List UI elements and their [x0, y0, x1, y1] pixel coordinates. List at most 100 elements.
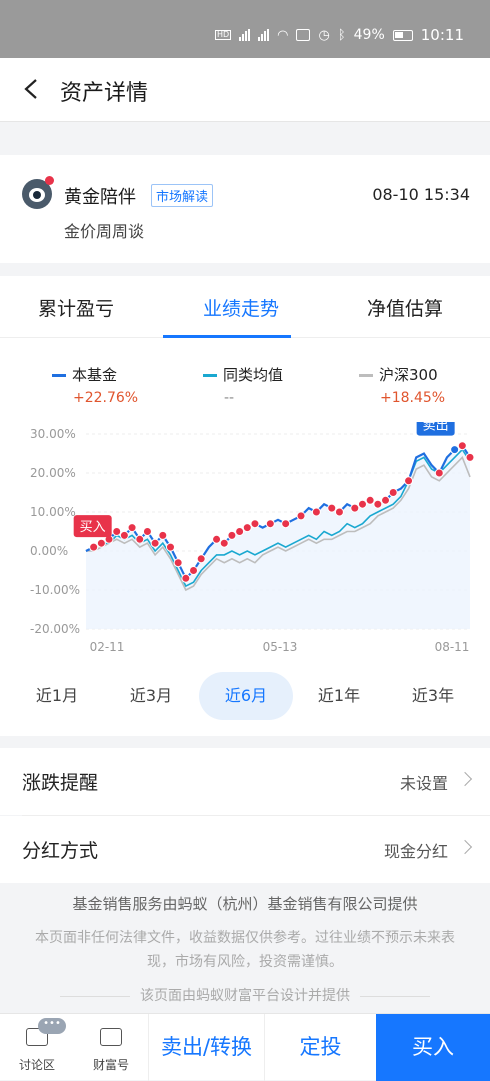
- legend-fund-value: +22.76%: [73, 390, 139, 406]
- buy-point: [119, 530, 129, 540]
- buy-point: [235, 527, 245, 536]
- discuss-badge: •••: [38, 1018, 66, 1034]
- robot-avatar-icon: [22, 176, 54, 209]
- buy-point: [250, 519, 260, 529]
- signal-icon-2: [258, 29, 270, 41]
- buy-point: [135, 534, 145, 544]
- fixed-invest-button[interactable]: 定投: [264, 1014, 376, 1081]
- y-tick-label: -20.00%: [30, 622, 80, 636]
- tab-underline: [163, 335, 291, 338]
- bluetooth-icon: ᛒ: [337, 27, 346, 43]
- discuss-button[interactable]: ••• 讨论区: [0, 1014, 74, 1081]
- buy-point: [158, 530, 168, 540]
- price-alert-value: 未设置: [399, 774, 448, 793]
- wealth-button[interactable]: 财富号: [74, 1014, 148, 1081]
- tab-performance[interactable]: 业绩走势: [203, 294, 279, 321]
- buy-point: [112, 527, 122, 536]
- sell-point: [450, 445, 460, 455]
- x-tick-label: 05-13: [263, 640, 298, 654]
- period-6m[interactable]: 近6月: [199, 672, 293, 720]
- buy-button[interactable]: 买入: [376, 1014, 490, 1081]
- period-3y[interactable]: 近3年: [394, 672, 472, 720]
- legend-fund: 本基金: [52, 364, 117, 385]
- buy-point: [281, 519, 291, 529]
- period-1m[interactable]: 近1月: [18, 672, 96, 720]
- buy-point: [365, 495, 375, 505]
- buy-point: [212, 534, 222, 544]
- buy-point: [434, 468, 444, 478]
- buy-point: [357, 499, 367, 509]
- tab-cumulative-pnl[interactable]: 累计盈亏: [38, 294, 114, 321]
- y-tick-label: 20.00%: [30, 466, 76, 480]
- news-tag: 市场解读: [151, 184, 214, 207]
- buy-point: [142, 527, 152, 536]
- buy-point: [334, 507, 344, 517]
- legend-index-value: +18.45%: [380, 390, 446, 406]
- signal-icon: [239, 29, 251, 41]
- y-tick-label: 30.00%: [30, 427, 76, 441]
- buy-point: [242, 523, 252, 533]
- period-1y[interactable]: 近1年: [300, 672, 378, 720]
- y-tick-label: 0.00%: [30, 544, 68, 558]
- sell-marker-label: 卖出: [423, 422, 449, 434]
- buy-point: [127, 523, 137, 533]
- buy-point: [96, 538, 106, 548]
- chart-card: 累计盈亏 业绩走势 净值估算 本基金 +22.76% 同类均值 -- 沪深300…: [0, 276, 490, 736]
- divider-line: [360, 995, 430, 997]
- legend-peer-swatch: [203, 374, 217, 377]
- tab-nav-estimate[interactable]: 净值估算: [367, 294, 443, 321]
- battery-percent: 49%: [353, 27, 385, 43]
- legend-index-label: 沪深300: [379, 366, 438, 384]
- news-subtitle: 金价周周谈: [64, 222, 145, 241]
- news-time: 08-10 15:34: [372, 185, 470, 204]
- price-alert-label: 涨跌提醒: [22, 772, 99, 794]
- buy-point: [404, 476, 414, 486]
- legend-fund-swatch: [52, 374, 66, 377]
- legend-peer: 同类均值: [203, 364, 283, 385]
- buy-point: [388, 488, 398, 497]
- sell-convert-button[interactable]: 卖出/转换: [148, 1014, 264, 1081]
- notification-dot: [45, 176, 54, 185]
- performance-chart[interactable]: 30.00% 20.00% 10.00% 0.00% -10.00% -20.00% 02-…: [0, 422, 490, 662]
- buy-point: [381, 495, 391, 505]
- store-icon: [100, 1028, 122, 1046]
- buy-point: [373, 499, 383, 509]
- bottom-action-bar: ••• 讨论区 财富号 卖出/转换 定投 买入: [0, 1013, 490, 1081]
- hd-icon: HD: [214, 30, 232, 40]
- x-tick-label: 08-11: [435, 640, 470, 654]
- news-card[interactable]: 黄金陪伴 市场解读 08-10 15:34 金价周周谈: [0, 155, 490, 263]
- news-name: 黄金陪伴: [64, 187, 136, 208]
- status-bar: HD ◠ ◷ ᛒ 49% 10:11: [0, 0, 490, 58]
- buy-point: [457, 441, 467, 451]
- wifi-icon: ◠: [277, 27, 289, 43]
- legend-index: 沪深300: [359, 364, 438, 385]
- row-dividend-method[interactable]: 分红方式 现金分红: [0, 816, 490, 883]
- period-selector: 近1月 近3月 近6月 近1年 近3年: [0, 672, 490, 722]
- chart-legend: 本基金 +22.76% 同类均值 -- 沪深300 +18.45%: [0, 364, 490, 424]
- buy-point: [296, 511, 306, 521]
- buy-point: [227, 530, 237, 540]
- buy-point: [327, 503, 337, 513]
- chevron-right-icon: [457, 839, 473, 855]
- buy-point: [150, 538, 160, 548]
- buy-point: [173, 558, 183, 568]
- back-icon[interactable]: [22, 78, 40, 100]
- provider-note: 基金销售服务由蚂蚁（杭州）基金销售有限公司提供: [72, 895, 418, 913]
- nfc-icon: [296, 29, 311, 41]
- buy-point: [265, 519, 275, 529]
- legend-peer-label: 同类均值: [223, 366, 284, 384]
- period-3m[interactable]: 近3月: [112, 672, 190, 720]
- tab-bar: 累计盈亏 业绩走势 净值估算: [0, 276, 490, 338]
- design-note-text: 该页面由蚂蚁财富平台设计并提供: [140, 988, 350, 1004]
- row-price-alert[interactable]: 涨跌提醒 未设置: [0, 748, 490, 815]
- chevron-right-icon: [457, 771, 473, 787]
- buy-point: [350, 503, 360, 513]
- legend-index-swatch: [359, 374, 373, 377]
- buy-point: [181, 573, 191, 583]
- buy-point: [465, 452, 475, 462]
- buy-point: [165, 542, 175, 552]
- nav-bar: 资产详情: [0, 58, 490, 122]
- alarm-icon: ◷: [318, 27, 330, 43]
- y-tick-label: -10.00%: [30, 583, 80, 597]
- page-title: 资产详情: [60, 81, 149, 106]
